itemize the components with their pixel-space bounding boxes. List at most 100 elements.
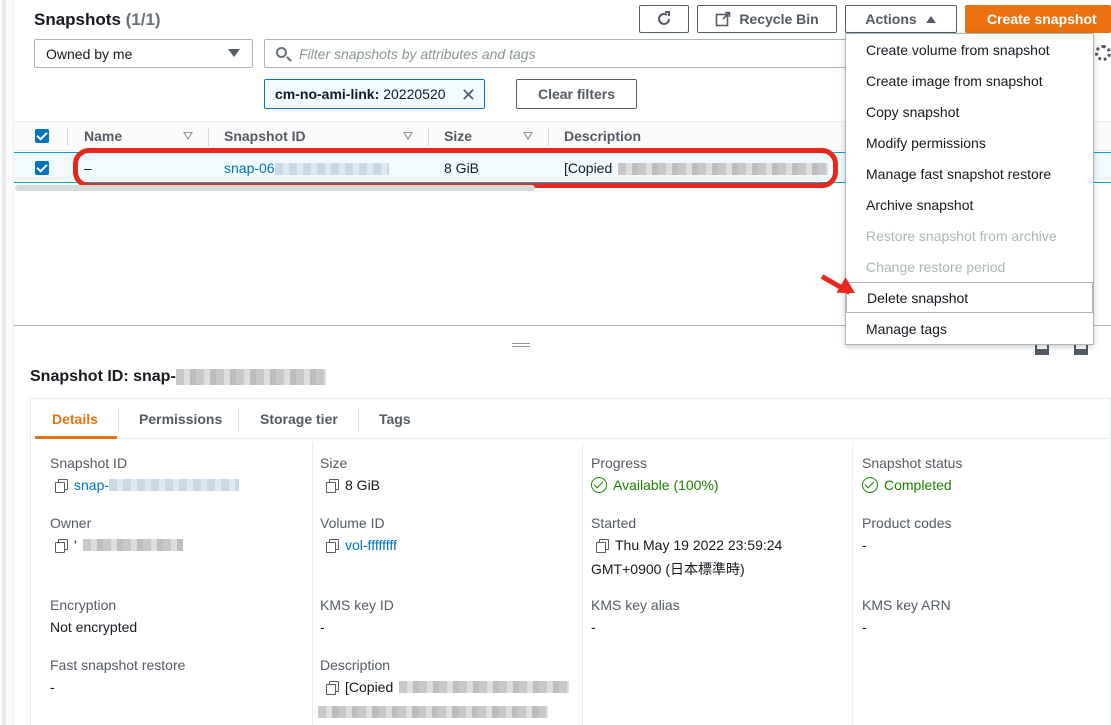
kms-key-alias-value: - [591,619,596,635]
encryption-label: Encryption [50,597,117,613]
started-label: Started [591,515,637,531]
page-title: Snapshots (1/1) [34,10,161,30]
filter-token-key: cm-no-ami-link: [275,86,380,102]
recycle-bin-label: Recycle Bin [739,11,819,27]
column-divider [208,128,209,146]
encryption-value: Not encrypted [50,619,138,635]
column-divider [428,128,429,146]
progress-label: Progress [591,455,648,471]
kms-key-arn-label: KMS key ARN [862,597,951,613]
check-circle-icon [862,477,878,493]
copy-icon[interactable] [55,538,68,553]
started-value-line1: Thu May 19 2022 23:59:24 [615,537,783,553]
started-value: Thu May 19 2022 23:59:24 [596,537,782,553]
volume-id-link[interactable]: vol-ffffffff [345,537,397,553]
menu-item-copy-snapshot[interactable]: Copy snapshot [846,96,1093,127]
fast-restore-value: - [50,679,55,695]
kms-key-id-value: - [320,619,325,635]
size-label: Size [320,455,348,471]
tab-divider [358,409,359,431]
copy-icon[interactable] [55,478,68,493]
tab-tags[interactable]: Tags [379,411,411,427]
redacted-text [82,539,183,551]
snapshot-id-label: Snapshot ID [50,455,128,471]
create-snapshot-button[interactable]: Create snapshot [965,5,1111,33]
external-link-icon [716,11,731,27]
tab-list: Details Permissions Storage tier Tags [31,399,1110,439]
search-input[interactable]: Filter snapshots by attributes and tags [264,39,854,68]
check-circle-icon [591,477,607,493]
owner-select[interactable]: Owned by me [34,39,253,68]
sort-icon[interactable] [183,132,193,140]
refresh-button[interactable] [639,5,689,33]
horizontal-scrollbar[interactable] [15,185,535,191]
kms-key-alias-label: KMS key alias [591,597,680,613]
product-codes-value: - [862,537,867,553]
copy-icon[interactable] [596,538,609,553]
row-checkbox[interactable] [35,161,49,175]
status-value: Completed [862,477,952,493]
recycle-bin-button[interactable]: Recycle Bin [697,5,837,33]
resize-handle-icon[interactable] [512,343,530,347]
menu-item-create-image[interactable]: Create image from snapshot [846,65,1093,96]
copy-icon[interactable] [326,680,339,695]
size-value: 8 GiB [326,477,380,493]
actions-button[interactable]: Actions [845,5,957,33]
column-name[interactable]: Name [84,128,122,144]
fast-restore-label: Fast snapshot restore [50,657,186,673]
details-panel: Details Permissions Storage tier Tags [30,398,1111,725]
caret-down-icon [228,49,240,57]
description-label: Description [320,657,391,673]
menu-item-modify-permissions[interactable]: Modify permissions [846,127,1093,158]
clear-filters-label: Clear filters [537,86,616,102]
redacted-text [399,681,570,693]
owner-value-text: ' [74,537,77,553]
volume-id-label: Volume ID [320,515,385,531]
column-snapshot-id[interactable]: Snapshot ID [224,128,306,144]
gear-icon[interactable] [1095,45,1111,61]
tab-divider [238,409,239,431]
volume-id-value[interactable]: vol-ffffffff [326,537,397,553]
menu-item-restore-from-archive: Restore snapshot from archive [866,227,1057,244]
details-title: Snapshot ID: snap- [30,368,326,386]
menu-item-manage-fast-restore[interactable]: Manage fast snapshot restore [846,158,1093,189]
close-icon[interactable]: ✕ [461,85,476,106]
menu-item-create-volume[interactable]: Create volume from snapshot [846,34,1093,65]
menu-item-delete-snapshot[interactable]: Delete snapshot [846,282,1093,313]
highlight-annotation [73,148,838,188]
filter-token: cm-no-ami-link: 20220520 ✕ [264,79,485,109]
copy-icon[interactable] [326,478,339,493]
menu-item-change-restore-period: Change restore period [866,258,1006,275]
redacted-text [109,479,240,491]
started-value-line2: GMT+0900 (日本標準時) [591,561,745,577]
sort-icon[interactable] [523,132,533,140]
tab-details[interactable]: Details [52,411,98,427]
progress-value: Available (100%) [591,477,719,493]
owner-select-value: Owned by me [46,45,133,62]
menu-item-archive-snapshot[interactable]: Archive snapshot [846,189,1093,220]
column-divider [582,442,583,725]
kms-key-id-label: KMS key ID [320,597,394,613]
kms-key-arn-value: - [862,619,867,635]
active-tab-indicator [35,436,117,439]
column-size[interactable]: Size [444,128,472,144]
description-value: [Copied [326,679,570,695]
size-value-text: 8 GiB [345,477,381,493]
selection-count: (1/1) [125,10,161,29]
tab-permissions[interactable]: Permissions [139,411,222,427]
tab-storage-tier[interactable]: Storage tier [260,411,338,427]
redacted-text [318,706,548,718]
left-rail [0,0,14,725]
menu-item-manage-tags[interactable]: Manage tags [846,313,1093,344]
create-snapshot-label: Create snapshot [987,11,1097,27]
select-all-checkbox[interactable] [35,129,49,143]
snapshot-id-value[interactable]: snap- [55,477,240,493]
copy-icon[interactable] [326,538,339,553]
column-description[interactable]: Description [564,128,641,144]
caret-up-icon [925,16,936,23]
progress-value-text: Available (100%) [613,477,719,493]
clear-filters-button[interactable]: Clear filters [516,79,637,109]
sort-icon[interactable] [403,132,413,140]
snapshot-id-link[interactable]: snap- [74,477,109,493]
status-label: Snapshot status [862,455,963,471]
